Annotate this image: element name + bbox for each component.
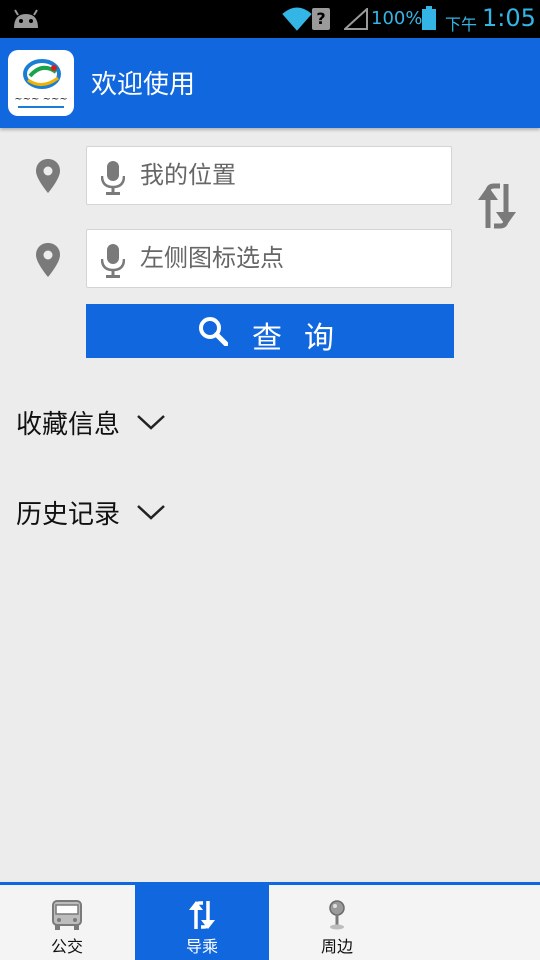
query-button-label: 查询: [252, 322, 356, 355]
microphone-icon[interactable]: [101, 244, 125, 278]
favorites-section-header[interactable]: 收藏信息: [16, 404, 176, 444]
tab-nearby-label: 周边: [320, 937, 353, 956]
favorites-label: 收藏信息: [16, 410, 121, 440]
tab-bus-label: 公交: [50, 937, 83, 956]
app-logo-icon[interactable]: ~~~ ~~~: [8, 50, 74, 116]
search-icon: [199, 317, 228, 346]
bottom-tab-bar: 公交 导乘 周边: [0, 882, 540, 960]
clock: 1:05: [482, 4, 536, 32]
wifi-icon: [282, 7, 312, 31]
end-location-field[interactable]: [86, 229, 452, 288]
start-location-input[interactable]: [140, 161, 440, 189]
history-label: 历史记录: [16, 500, 121, 530]
battery-percent: 100%: [371, 8, 423, 29]
history-section-header[interactable]: 历史记录: [16, 494, 176, 534]
microphone-icon[interactable]: [101, 161, 125, 195]
android-icon: [14, 9, 38, 28]
bus-icon: [52, 900, 82, 930]
chevron-down-icon: [137, 415, 165, 430]
chevron-down-icon: [137, 505, 165, 520]
tab-bus[interactable]: 公交: [0, 885, 134, 960]
action-bar: ~~~ ~~~ 欢迎使用: [0, 38, 540, 128]
map-pin-icon: [329, 900, 345, 930]
status-bar: ? 100% 下午 1:05: [0, 0, 540, 38]
start-location-pin-icon[interactable]: [36, 159, 60, 193]
tab-nearby[interactable]: 周边: [270, 885, 404, 960]
end-location-pin-icon[interactable]: [36, 243, 60, 277]
signal-icon: [344, 8, 368, 30]
transfer-arrows-icon: [189, 901, 215, 929]
swap-arrows-icon[interactable]: [476, 182, 518, 230]
battery-icon: [422, 6, 436, 30]
svg-text:~~~ ~~~: ~~~ ~~~: [14, 94, 67, 105]
time-period: 下午: [445, 15, 478, 34]
query-button[interactable]: 查询: [86, 304, 454, 358]
start-location-field[interactable]: [86, 146, 452, 205]
page-title: 欢迎使用: [91, 70, 196, 100]
tab-transfer-label: 导乘: [185, 937, 218, 956]
end-location-input[interactable]: [140, 244, 440, 272]
tab-transfer[interactable]: 导乘: [135, 885, 269, 960]
unknown-network-icon: ?: [312, 8, 330, 30]
